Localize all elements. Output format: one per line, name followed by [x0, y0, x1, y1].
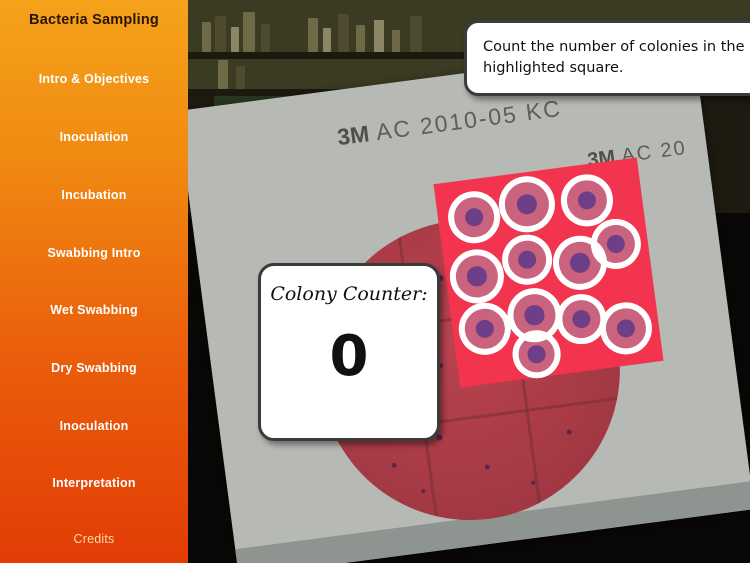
bottle-icon	[323, 28, 331, 52]
bottle-icon	[308, 18, 318, 52]
card-label-line-1: 3M AC 2010-05 KC	[336, 95, 564, 151]
colony-marker-ring	[596, 299, 656, 358]
sidebar-item-inoculation-2[interactable]: Inoculation	[0, 419, 188, 433]
bottle-icon	[392, 30, 400, 52]
bottle-icon	[261, 24, 270, 52]
scene: 3M AC 2010-05 KC 3M AC 20 Colony Counter…	[188, 0, 750, 563]
page-title: Bacteria Sampling	[29, 12, 159, 28]
colony-marker-ring	[444, 188, 504, 247]
bottle-icon	[410, 16, 422, 52]
bottle-icon	[215, 16, 226, 52]
sidebar-item-swabbing-intro[interactable]: Swabbing Intro	[0, 246, 188, 260]
bottle-icon	[218, 60, 228, 89]
bottle-icon	[236, 66, 245, 89]
sidebar-item-credits[interactable]: Credits	[0, 532, 188, 546]
instruction-text: Count the number of colonies in the high…	[483, 39, 745, 77]
colony-counter-label: Colony Counter:	[270, 283, 428, 305]
sidebar: Bacteria Sampling Intro & Objectives Ino…	[0, 0, 188, 563]
sidebar-item-label: Swabbing Intro	[47, 246, 141, 260]
bottle-icon	[243, 12, 255, 52]
highlighted-square[interactable]	[433, 157, 664, 388]
gel-speck	[421, 488, 426, 494]
bottle-icon	[231, 27, 239, 52]
sidebar-item-wet-swabbing[interactable]: Wet Swabbing	[0, 303, 188, 317]
sidebar-item-interpretation[interactable]: Interpretation	[0, 476, 188, 490]
sidebar-item-label: Incubation	[61, 188, 127, 202]
colony-counter-panel[interactable]: Colony Counter: 0	[258, 263, 440, 441]
colony-marker-ring	[499, 231, 556, 288]
gel-speck	[391, 462, 397, 469]
bottle-icon	[338, 14, 349, 52]
sidebar-item-intro-objectives[interactable]: Intro & Objectives	[0, 72, 188, 86]
sidebar-item-label: Inoculation	[59, 130, 129, 144]
instruction-bubble: Count the number of colonies in the high…	[464, 20, 750, 97]
app-root: Bacteria Sampling Intro & Objectives Ino…	[0, 0, 750, 563]
sidebar-item-inoculation-1[interactable]: Inoculation	[0, 130, 188, 144]
sidebar-item-incubation[interactable]: Incubation	[0, 188, 188, 202]
bottle-icon	[202, 22, 211, 52]
bottle-icon	[356, 25, 365, 52]
sidebar-item-label: Wet Swabbing	[50, 303, 138, 317]
colony-marker-ring	[455, 299, 514, 358]
colony-marker-ring	[446, 246, 508, 307]
sidebar-item-label: Credits	[73, 532, 115, 546]
sidebar-item-label: Inoculation	[59, 419, 129, 433]
sidebar-item-dry-swabbing[interactable]: Dry Swabbing	[0, 361, 188, 375]
sidebar-item-label: Interpretation	[52, 476, 136, 490]
sidebar-item-label: Intro & Objectives	[38, 72, 150, 86]
gel-speck	[436, 434, 443, 441]
colony-counter-value: 0	[329, 324, 369, 389]
brand-3m-logo: 3M	[335, 120, 371, 151]
sidebar-item-label: Dry Swabbing	[51, 361, 137, 375]
colony-marker-ring	[495, 172, 559, 236]
gel-speck	[566, 429, 573, 435]
card-label-text: AC 2010-05 KC	[367, 94, 564, 147]
gel-speck	[484, 464, 490, 470]
bottle-icon	[374, 20, 384, 52]
